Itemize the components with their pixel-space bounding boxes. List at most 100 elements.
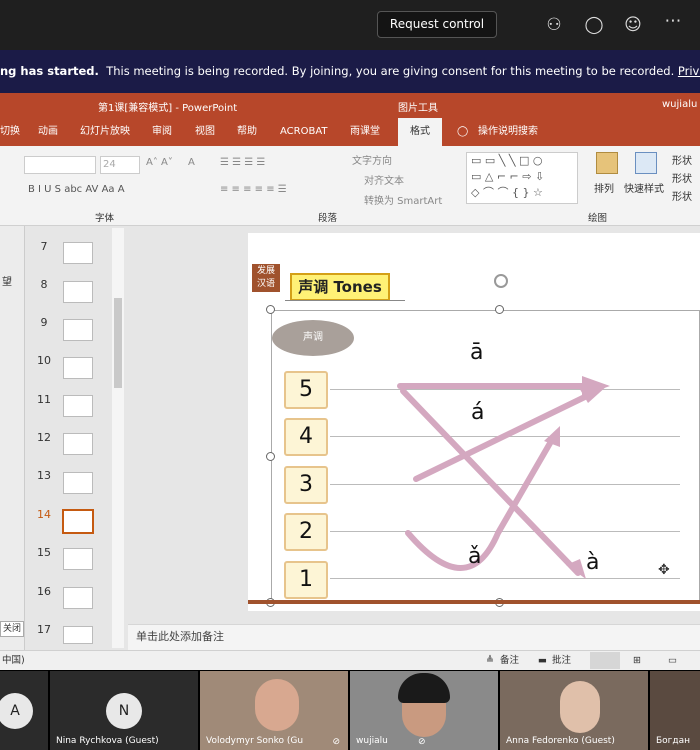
notes-button-icon[interactable]: ≜	[486, 651, 494, 670]
slide-thumbnail[interactable]	[63, 548, 93, 570]
tell-me-search[interactable]: 操作说明搜索	[478, 118, 538, 146]
left-side-pane: 望 关闭	[0, 226, 25, 650]
slide-number: 13	[37, 469, 51, 482]
chat-icon[interactable]: ◯	[583, 14, 605, 36]
font-size-box[interactable]: 24	[100, 156, 140, 174]
group-paragraph: 段落	[318, 213, 338, 224]
avatar: N	[106, 693, 142, 729]
normal-view-button[interactable]	[590, 652, 620, 669]
slide-number: 10	[37, 354, 51, 367]
picture-tools-label: 图片工具	[398, 103, 438, 114]
comments-button[interactable]: 批注	[552, 651, 571, 670]
shape-fill-button[interactable]: 形状	[672, 152, 692, 167]
arrange-icon[interactable]	[596, 152, 618, 174]
privacy-policy-link[interactable]: Privacy policy	[678, 64, 700, 78]
tab-animations[interactable]: 动画	[38, 118, 58, 146]
quick-styles-icon[interactable]	[635, 152, 657, 174]
align-text[interactable]: 对齐文本	[364, 172, 404, 187]
participant-hair	[398, 673, 450, 703]
tab-rain-classroom[interactable]: 雨课堂	[350, 118, 380, 146]
shape-outline-button[interactable]: 形状	[672, 170, 692, 185]
thumbnail-scrollbar[interactable]	[112, 228, 124, 648]
tab-acrobat[interactable]: ACROBAT	[280, 118, 328, 146]
font-format-icons[interactable]: B I U S abc AV Aa A	[28, 184, 125, 195]
reading-view-icon[interactable]: ▭	[668, 651, 677, 670]
mic-off-icon: ⊘	[418, 737, 426, 747]
slide-number: 7	[40, 240, 48, 253]
participant-tile-video[interactable]: Volodymyr Sonko (Gu ⊘	[200, 671, 348, 750]
tab-slideshow[interactable]: 幻灯片放映	[80, 118, 130, 146]
slide-thumbnail-active[interactable]	[62, 509, 94, 534]
slide-number-active: 14	[37, 508, 51, 521]
recording-banner: ng has started. This meeting is being re…	[0, 50, 700, 93]
more-options-icon[interactable]: ⋯	[662, 10, 684, 32]
participant-video	[560, 681, 600, 733]
tone-third: ǎ	[468, 544, 482, 569]
slide-thumbnail[interactable]	[63, 281, 93, 303]
language-status[interactable]: 中国)	[2, 651, 25, 670]
convert-smartart[interactable]: 转换为 SmartArt	[364, 192, 442, 207]
participant-tile[interactable]: A	[0, 671, 48, 750]
align-icons[interactable]: ≡ ≡ ≡ ≡ ≡ ☰	[220, 184, 287, 195]
slide-thumbnail[interactable]	[63, 357, 93, 379]
participant-name: Volodymyr Sonko (Gu	[206, 736, 304, 746]
slide-thumbnail[interactable]	[63, 626, 93, 644]
mic-off-icon: ⊘	[332, 737, 340, 747]
text-direction[interactable]: 文字方向	[352, 152, 392, 167]
slide-sorter-icon[interactable]: ⊞	[633, 651, 641, 670]
left-strip-label: 望	[2, 277, 12, 288]
slide-number: 12	[37, 431, 51, 444]
slide-thumbnail[interactable]	[63, 472, 93, 494]
powerpoint-title-bar: 第1课[兼容模式] - PowerPoint 图片工具 wujialu	[0, 93, 700, 118]
slide-number: 9	[40, 316, 48, 329]
slide-number: 11	[37, 393, 51, 406]
slide-thumbnail[interactable]	[63, 433, 93, 455]
arrange-button[interactable]: 排列	[594, 180, 614, 195]
tab-view[interactable]: 视图	[195, 118, 215, 146]
slide-thumbnail[interactable]	[63, 242, 93, 264]
font-name-box[interactable]	[24, 156, 96, 174]
shape-effects-button[interactable]: 形状	[672, 188, 692, 203]
banner-bold-text: ng has started.	[0, 64, 99, 78]
tone-second: á	[471, 400, 485, 425]
group-font: 字体	[95, 213, 115, 224]
notes-button[interactable]: 备注	[500, 651, 519, 670]
slide-number: 16	[37, 585, 51, 598]
bullets-icon[interactable]: ☰ ☰ ☰ ☰	[220, 157, 265, 168]
slide-number: 15	[37, 546, 51, 559]
participant-tile-video[interactable]: Anna Fedorenko (Guest)	[500, 671, 648, 750]
comments-icon[interactable]: ▬	[538, 651, 547, 670]
quick-styles-button[interactable]: 快速样式	[624, 180, 664, 195]
participant-name: Nina Rychkova (Guest)	[56, 736, 159, 746]
shapes-gallery[interactable]: ▭ ▭ ╲ ╲ □ ○ ▭ △ ⌐ ⌐ ⇨ ⇩ ◇ ⌒ ⌒ { } ☆	[466, 152, 578, 204]
clear-format-icon[interactable]: A	[188, 157, 195, 168]
slide-thumbnail[interactable]	[63, 319, 93, 341]
group-drawing: 绘图	[588, 213, 608, 224]
participant-tile[interactable]: N Nina Rychkova (Guest)	[50, 671, 198, 750]
slide-number: 8	[40, 278, 48, 291]
slide-thumbnail[interactable]	[63, 395, 93, 417]
document-title: 第1课[兼容模式] - PowerPoint	[98, 103, 238, 114]
participant-tile-video[interactable]: wujialu ⊘	[350, 671, 498, 750]
close-pane-button[interactable]: 关闭	[0, 621, 24, 637]
tab-help[interactable]: 帮助	[237, 118, 257, 146]
participant-name: Anna Fedorenko (Guest)	[506, 736, 615, 746]
avatar: A	[0, 693, 33, 729]
participant-tile-video[interactable]: Богдан	[650, 671, 700, 750]
tone-fourth: à	[586, 550, 600, 575]
reactions-icon[interactable]: ☺	[622, 14, 644, 36]
participant-video	[255, 679, 299, 731]
lightbulb-icon: ◯	[457, 126, 469, 137]
request-control-button[interactable]: Request control	[377, 11, 497, 38]
ribbon: 24 A˄ A˅ A B I U S abc AV Aa A ☰ ☰ ☰ ☰ ≡…	[0, 146, 700, 226]
tab-review[interactable]: 审阅	[152, 118, 172, 146]
status-bar: 中国) ≜ 备注 ▬ 批注 ⊞ ▭	[0, 650, 700, 670]
grow-font-icon[interactable]: A˄ A˅	[146, 157, 173, 168]
notes-pane[interactable]: 单击此处添加备注	[128, 624, 700, 650]
tab-transitions[interactable]: 切换	[0, 118, 20, 146]
ribbon-tabs: 切换 动画 幻灯片放映 审阅 视图 帮助 ACROBAT 雨课堂 格式 ◯ 操作…	[0, 118, 700, 146]
scrollbar-thumb[interactable]	[114, 298, 122, 388]
slide-thumbnail[interactable]	[63, 587, 93, 609]
tab-format[interactable]: 格式	[398, 118, 442, 146]
participants-icon[interactable]: ⚇	[543, 14, 565, 36]
